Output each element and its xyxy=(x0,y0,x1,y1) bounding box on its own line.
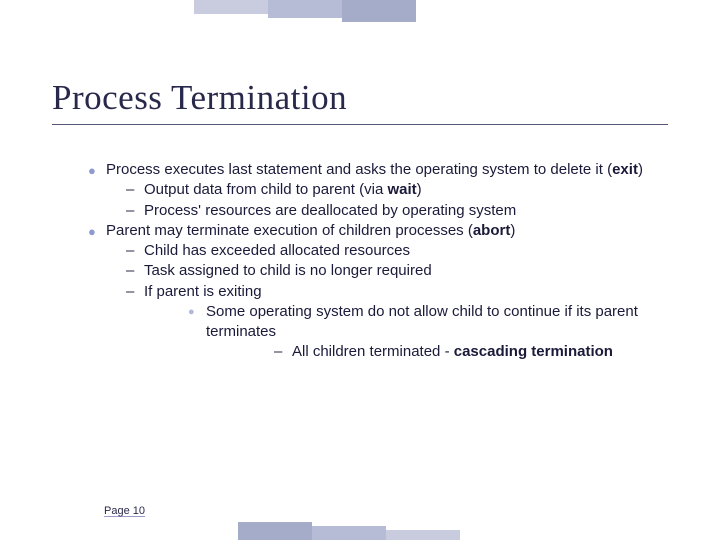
text-bold: abort xyxy=(473,222,511,239)
text-run: Parent may terminate execution of childr… xyxy=(106,222,473,239)
small-bullet-icon: ● xyxy=(188,302,206,320)
dash-marker-icon: – xyxy=(126,201,144,221)
dash-marker-icon: – xyxy=(126,180,144,200)
bottom-decorative-strip xyxy=(0,522,720,540)
bullet-level2: – Child has exceeded allocated resources xyxy=(126,241,668,261)
text-run: Task assigned to child is no longer requ… xyxy=(144,262,432,279)
bullet-text: Parent may terminate execution of childr… xyxy=(106,221,668,241)
text-run: ) xyxy=(510,222,515,239)
strip-segment xyxy=(194,0,268,14)
dash-marker-icon: – xyxy=(126,261,144,281)
bullet-text: Some operating system do not allow child… xyxy=(206,302,668,343)
text-run: Process executes last statement and asks… xyxy=(106,161,612,178)
title-underline xyxy=(52,124,668,125)
dash-marker-icon: – xyxy=(126,241,144,261)
slide-title: Process Termination xyxy=(52,78,347,118)
strip-segment xyxy=(268,0,342,18)
strip-segment xyxy=(312,526,386,540)
bullet-text: Task assigned to child is no longer requ… xyxy=(144,261,668,281)
strip-segment xyxy=(238,522,312,540)
bullet-level3: ● Some operating system do not allow chi… xyxy=(188,302,668,343)
bullet-level2: – If parent is exiting xyxy=(126,282,668,302)
bullet-level4: – All children terminated - cascading te… xyxy=(274,342,668,362)
text-run: Process' resources are deallocated by op… xyxy=(144,202,516,219)
bullet-text: Output data from child to parent (via wa… xyxy=(144,180,668,200)
page-number: Page 10 xyxy=(104,505,145,517)
bullet-level1: ● Parent may terminate execution of chil… xyxy=(88,221,668,241)
bullet-text: If parent is exiting xyxy=(144,282,668,302)
bullet-text: Process executes last statement and asks… xyxy=(106,160,668,180)
dash-marker-icon: – xyxy=(274,342,292,362)
bullet-marker-icon: ● xyxy=(88,160,106,180)
text-run: ) xyxy=(417,181,422,198)
strip-segment xyxy=(386,530,460,540)
text-run: ) xyxy=(638,161,643,178)
bullet-level2: – Process' resources are deallocated by … xyxy=(126,201,668,221)
top-decorative-strip xyxy=(0,0,720,22)
bullet-level1: ● Process executes last statement and as… xyxy=(88,160,668,180)
bullet-text: Child has exceeded allocated resources xyxy=(144,241,668,261)
text-run: All children terminated - xyxy=(292,343,454,360)
text-bold: wait xyxy=(387,181,416,198)
text-run: If parent is exiting xyxy=(144,283,262,300)
strip-segment xyxy=(342,0,416,22)
text-bold: cascading termination xyxy=(454,343,613,360)
bullet-text: All children terminated - cascading term… xyxy=(292,342,668,362)
bullet-level2: – Output data from child to parent (via … xyxy=(126,180,668,200)
bullet-text: Process' resources are deallocated by op… xyxy=(144,201,668,221)
text-run: Some operating system do not allow child… xyxy=(206,303,638,340)
text-bold: exit xyxy=(612,161,638,178)
text-run: Output data from child to parent (via xyxy=(144,181,387,198)
slide-body: ● Process executes last statement and as… xyxy=(88,160,668,363)
bullet-level2: – Task assigned to child is no longer re… xyxy=(126,261,668,281)
text-run: Child has exceeded allocated resources xyxy=(144,242,410,259)
bullet-marker-icon: ● xyxy=(88,221,106,241)
dash-marker-icon: – xyxy=(126,282,144,302)
